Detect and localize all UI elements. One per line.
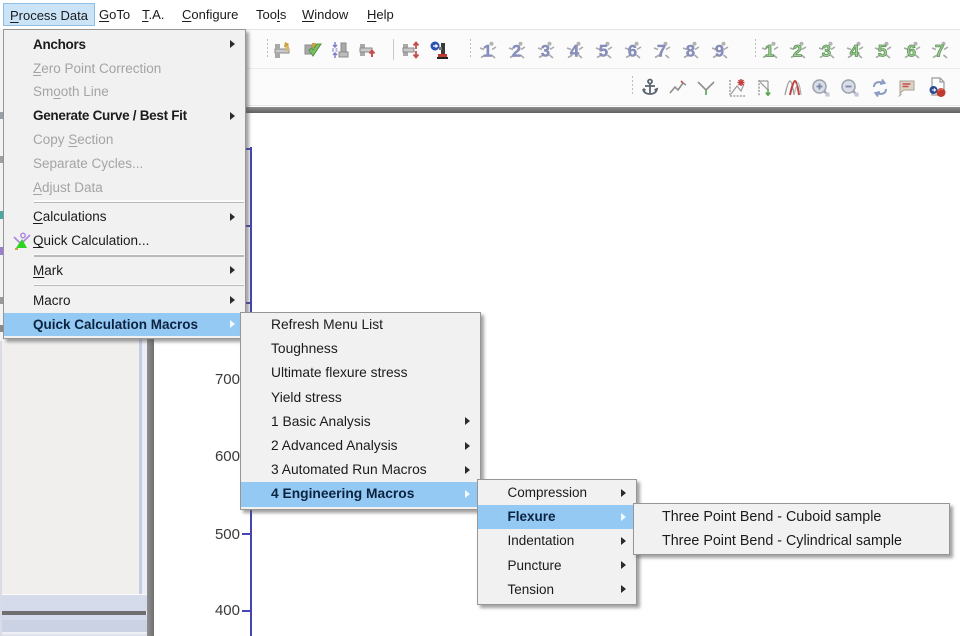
svg-text:5: 5: [599, 43, 608, 61]
svg-text:7: 7: [657, 43, 666, 61]
svg-text:7: 7: [935, 43, 944, 61]
svg-text:1: 1: [483, 43, 492, 61]
svg-text:2: 2: [793, 43, 802, 61]
svg-text:8: 8: [686, 43, 695, 61]
svg-text:3: 3: [822, 43, 831, 61]
svg-text:4: 4: [570, 43, 580, 61]
svg-text:1: 1: [765, 43, 774, 61]
svg-text:9: 9: [715, 43, 724, 61]
svg-text:6: 6: [907, 43, 916, 61]
svg-text:3: 3: [541, 43, 550, 61]
svg-text:2: 2: [512, 43, 521, 61]
svg-text:5: 5: [878, 43, 887, 61]
svg-text:4: 4: [850, 43, 860, 61]
svg-text:6: 6: [628, 43, 637, 61]
